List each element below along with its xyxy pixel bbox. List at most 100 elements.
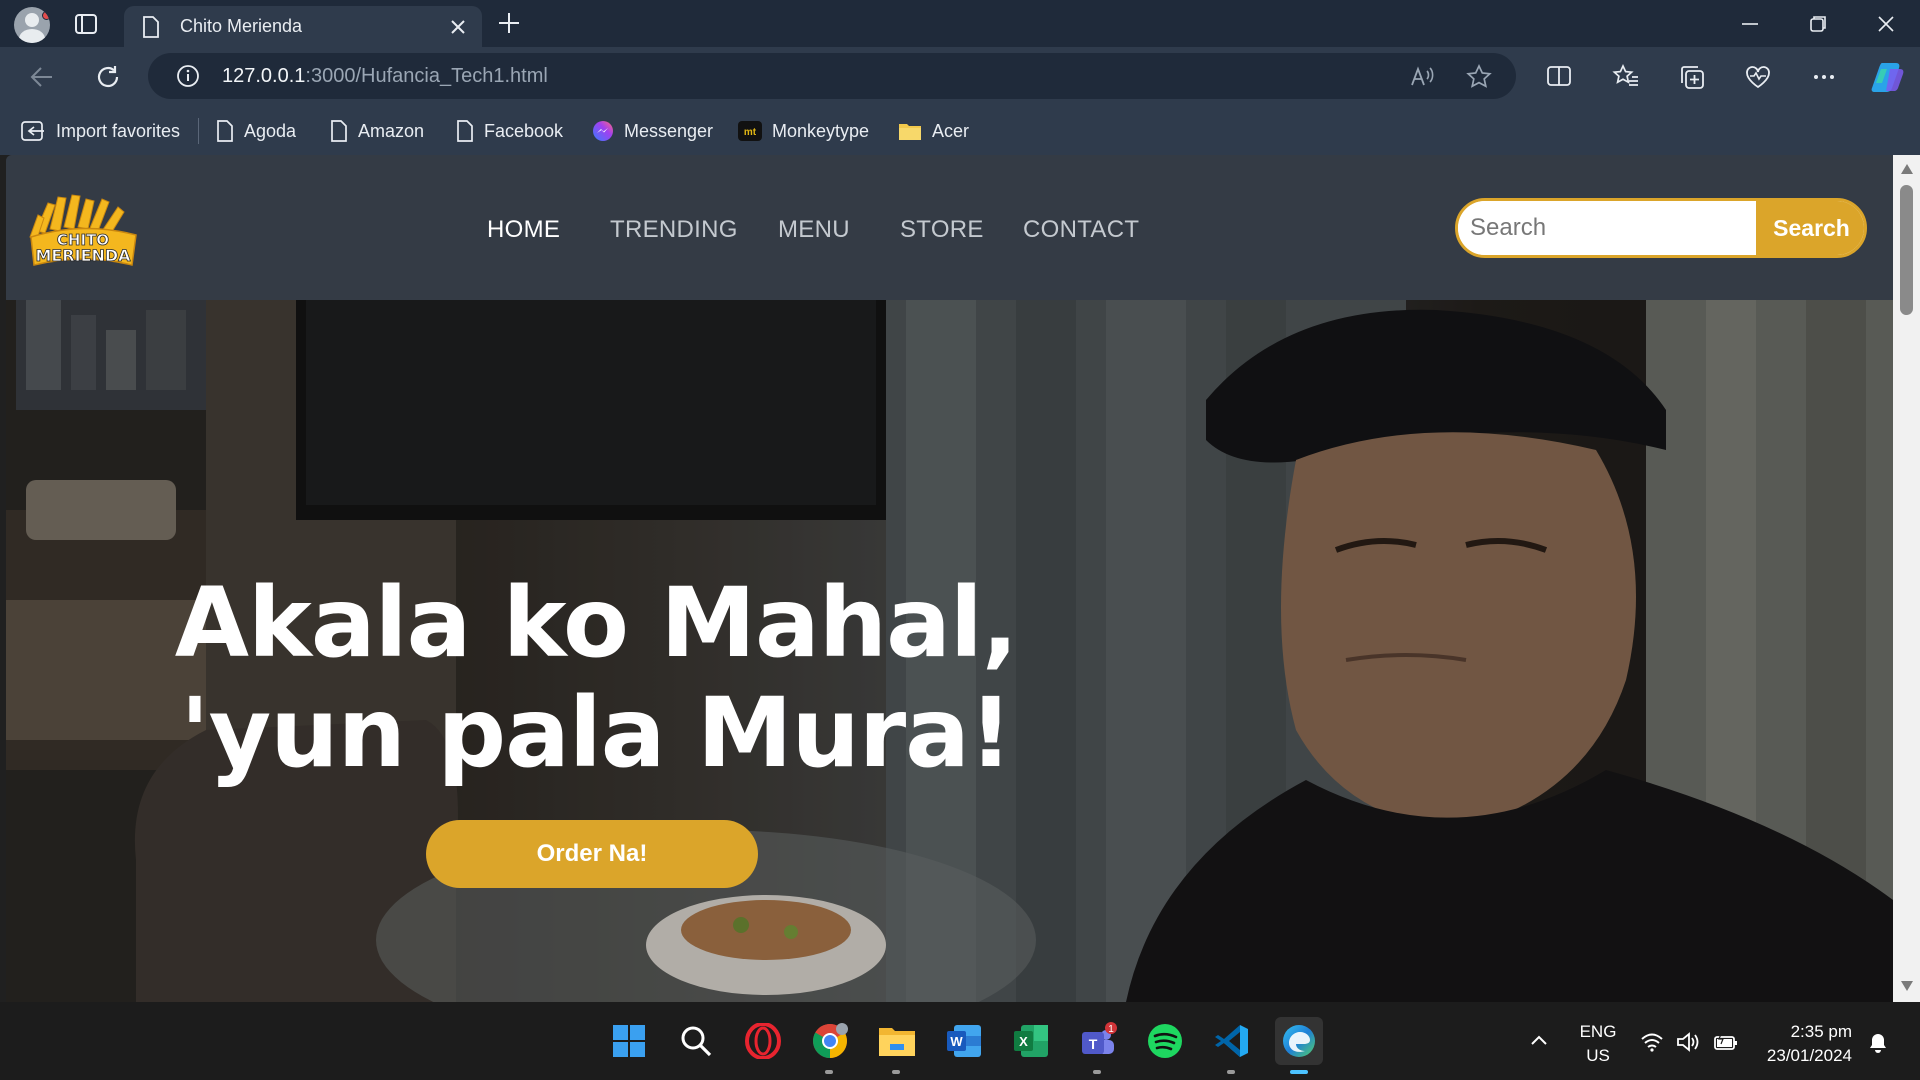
page-viewport: CHITO MERIENDA HOME TRENDING MENU STORE … [6,155,1893,1002]
bookmark-label: Import favorites [56,120,181,141]
messenger-icon [592,120,614,142]
clock-time: 2:35 pm [1790,1022,1852,1041]
page-icon [330,120,348,142]
page-scrollbar[interactable] [1893,155,1920,1002]
language-region: US [1586,1046,1610,1065]
tab-title: Chito Merienda [180,16,303,36]
collections-icon[interactable] [1678,63,1706,91]
notification-bell-icon[interactable] [1868,1032,1888,1054]
browser-toolbar: 127.0.0.1:3000/Hufancia_Tech1.html [0,47,1920,107]
search-icon[interactable] [672,1017,720,1065]
url-text[interactable]: 127.0.0.1:3000/Hufancia_Tech1.html [222,65,548,88]
bookmark-amazon[interactable]: Amazon [330,117,424,145]
clock[interactable]: 2:35 pm 23/01/2024 [1752,1022,1852,1066]
windows-start-icon[interactable] [605,1017,653,1065]
clock-date: 23/01/2024 [1766,1046,1852,1065]
windows-taskbar: W X T1 ENG US 2:35 pm 23/01/2024 [0,1002,1920,1080]
nav-contact[interactable]: CONTACT [1023,216,1139,244]
nav-trending[interactable]: TRENDING [610,216,738,244]
browser-tab-bar: Chito Merienda [0,0,1920,47]
tab-actions-icon[interactable] [74,12,98,36]
chrome-icon[interactable] [806,1017,854,1065]
new-tab-icon[interactable] [497,11,521,35]
bookmarks-divider [198,118,199,144]
tab-chito-merienda[interactable]: Chito Merienda [124,6,482,47]
more-options-icon[interactable] [1810,63,1838,91]
teams-running-indicator [1093,1070,1101,1074]
profile-avatar[interactable] [14,7,50,43]
close-tab-icon[interactable] [449,18,467,36]
wifi-icon[interactable] [1640,1032,1664,1052]
bookmark-import-favorites[interactable]: Import favorites [20,117,180,145]
vscode-icon[interactable] [1208,1017,1256,1065]
chrome-running-indicator [825,1070,833,1074]
bookmark-label: Monkeytype [772,120,870,141]
headline-line-1: Akala ko Mahal, [174,567,1018,679]
search-input[interactable] [1458,201,1758,255]
favorite-star-icon[interactable] [1466,64,1492,90]
import-icon [20,119,46,143]
svg-text:X: X [1019,1034,1028,1049]
copilot-icon[interactable] [1870,59,1906,95]
bookmarks-bar: Import favorites Agoda Amazon Facebook M… [0,107,1920,155]
scroll-down-icon[interactable] [1900,980,1914,992]
bookmark-agoda[interactable]: Agoda [216,117,296,145]
language-indicator[interactable]: ENG US [1574,1022,1622,1066]
url-host: 127.0.0.1 [222,65,306,87]
opera-icon[interactable] [739,1017,787,1065]
page-icon [142,16,160,38]
bookmark-label: Acer [932,120,970,141]
teams-badge-count: 1 [1108,1024,1114,1035]
language-code: ENG [1579,1022,1617,1041]
file-explorer-icon[interactable] [873,1017,921,1065]
search-button[interactable]: Search [1756,201,1864,255]
favorites-icon[interactable] [1612,63,1640,91]
battery-icon[interactable] [1713,1032,1739,1052]
bookmark-monkeytype[interactable]: mt Monkeytype [738,117,869,145]
url-path: :3000/Hufancia_Tech1.html [305,65,548,87]
minimize-icon[interactable] [1738,12,1762,36]
svg-text:T: T [1089,1036,1098,1052]
refresh-icon[interactable] [94,63,122,91]
bookmark-messenger[interactable]: Messenger [592,117,713,145]
nav-home[interactable]: HOME [487,216,560,244]
restore-icon[interactable] [1806,12,1830,36]
hero-headline: Akala ko Mahal, 'yun pala Mura! [6,568,1186,788]
order-now-button[interactable]: Order Na! [426,820,758,888]
bookmark-label: Facebook [484,120,564,141]
site-search: Search [1455,198,1867,258]
edge-running-indicator [1290,1070,1308,1074]
svg-text:mt: mt [744,127,757,138]
headline-line-2: 'yun pala Mura! [180,677,1012,789]
folder-icon [898,120,922,142]
word-icon[interactable]: W [940,1017,988,1065]
spotify-icon[interactable] [1141,1017,1189,1065]
logo-text-bottom: MERIENDA [35,246,131,265]
browser-essentials-icon[interactable] [1744,63,1772,91]
scroll-up-icon[interactable] [1900,163,1914,175]
back-icon[interactable] [28,63,56,91]
excel-icon[interactable]: X [1007,1017,1055,1065]
nav-menu[interactable]: MENU [778,216,850,244]
read-aloud-icon[interactable] [1410,65,1436,89]
page-icon [216,120,234,142]
bookmark-label: Amazon [358,120,425,141]
svg-text:W: W [950,1034,963,1049]
hero-banner: Akala ko Mahal, 'yun pala Mura! Order Na… [6,300,1893,1002]
edge-icon[interactable] [1275,1017,1323,1065]
nav-store[interactable]: STORE [900,216,984,244]
address-bar[interactable]: 127.0.0.1:3000/Hufancia_Tech1.html [148,53,1516,99]
bookmark-label: Messenger [624,120,714,141]
bookmark-facebook[interactable]: Facebook [456,117,563,145]
vscode-running-indicator [1227,1070,1235,1074]
bookmark-acer[interactable]: Acer [898,117,969,145]
split-screen-icon[interactable] [1546,63,1572,89]
volume-icon[interactable] [1676,1032,1702,1052]
site-info-icon[interactable] [176,64,200,88]
chito-merienda-logo[interactable]: CHITO MERIENDA [28,193,138,269]
show-hidden-icons-icon[interactable] [1530,1034,1548,1046]
scrollbar-thumb[interactable] [1900,185,1913,315]
explorer-running-indicator [892,1070,900,1074]
close-window-icon[interactable] [1874,12,1898,36]
teams-icon[interactable]: T1 [1074,1017,1122,1065]
